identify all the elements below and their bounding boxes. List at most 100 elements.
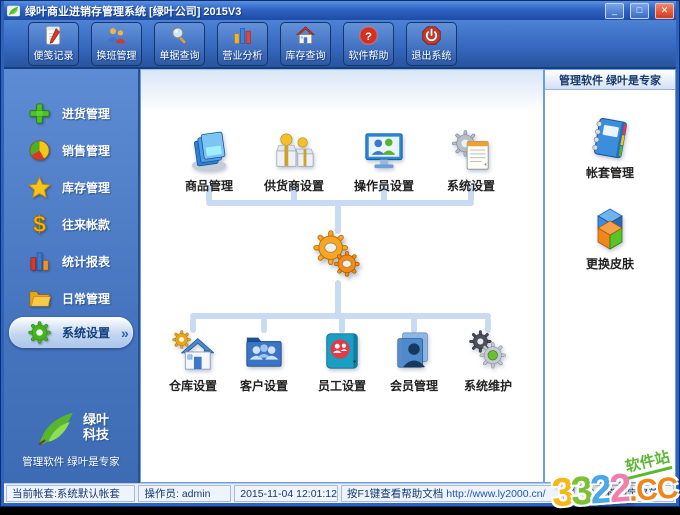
status-help: 按F1键查看帮助文档 http://www.ly2000.cn/ <box>341 485 560 502</box>
close-button[interactable]: ✕ <box>655 2 674 19</box>
toolbar-button-label: 软件帮助 <box>348 51 389 62</box>
status-lock-screen[interactable]: 按F2键锁定屏幕 <box>577 485 674 502</box>
status-help-text: 按F1键查看帮助文档 <box>347 488 444 500</box>
leaf-logo-icon <box>38 412 73 446</box>
node-system-maintenance[interactable]: 系统维护 <box>443 330 533 394</box>
status-operator: 操作员: admin <box>138 485 232 502</box>
title-bar: 绿叶商业进销存管理系统 [绿叶公司] 2015V3 _ □ ✕ <box>4 1 676 20</box>
sidebar-item-accounts[interactable]: $ 往来帐款 <box>4 206 138 243</box>
node-label: 供货商设置 <box>263 179 324 193</box>
sidebar: 进货管理 销售管理 库存管理 $ 往来帐款 统计报表 日常管理 系统设置 » 绿… <box>4 69 140 483</box>
memo-button[interactable]: 便笺记录 <box>28 21 79 66</box>
shift-management-button[interactable]: 换班管理 <box>91 21 142 66</box>
sidebar-item-label: 统计报表 <box>62 255 111 269</box>
business-analysis-button[interactable]: 营业分析 <box>217 21 268 66</box>
status-current-account: 当前帐套:系统默认帐套 <box>6 485 136 502</box>
star-icon <box>28 176 51 199</box>
plus-icon <box>29 103 50 124</box>
svg-text:?: ? <box>365 31 372 43</box>
node-label: 系统维护 <box>463 379 512 393</box>
status-help-link[interactable]: http://www.ly2000.cn/ <box>446 488 545 500</box>
inventory-query-button[interactable]: 库存查询 <box>280 21 331 66</box>
staff-book-icon <box>326 333 358 369</box>
connector-line <box>335 280 341 316</box>
brand-name: 绿叶 科技 <box>82 412 109 442</box>
right-panel-item-label: 帐套管理 <box>585 166 634 180</box>
sidebar-item-purchase[interactable]: 进货管理 <box>4 95 138 132</box>
node-label: 操作员设置 <box>353 179 414 193</box>
help-icon: ? <box>359 26 378 45</box>
node-label: 商品管理 <box>184 179 233 193</box>
sidebar-item-daily[interactable]: 日常管理 <box>4 280 138 317</box>
software-help-button[interactable]: ? 软件帮助 <box>343 21 394 66</box>
warehouse-icon <box>172 330 215 370</box>
chevron-right-icon: » <box>121 324 129 341</box>
search-icon <box>171 26 187 44</box>
leaf-app-icon <box>7 5 20 16</box>
people-swap-icon <box>108 28 125 44</box>
maintenance-gears-icon <box>469 330 506 369</box>
sidebar-item-label: 日常管理 <box>62 292 111 306</box>
exit-system-button[interactable]: 退出系统 <box>406 21 457 66</box>
node-operator-settings[interactable]: 操作员设置 <box>339 130 429 194</box>
gear-icon <box>28 321 51 344</box>
toolbar-button-label: 便笺记录 <box>33 51 74 62</box>
power-icon <box>422 26 441 45</box>
node-label: 系统设置 <box>446 179 495 193</box>
sidebar-item-label: 往来帐款 <box>62 218 111 232</box>
node-customer-settings[interactable]: 客户设置 <box>219 330 309 394</box>
customer-folder-icon <box>246 337 282 367</box>
body: 进货管理 销售管理 库存管理 $ 往来帐款 统计报表 日常管理 系统设置 » 绿… <box>4 69 676 483</box>
account-book-icon <box>592 117 627 159</box>
status-datetime: 2015-11-04 12:01:12 <box>234 485 339 502</box>
toolbar-button-label: 库存查询 <box>285 51 326 62</box>
brand-slogan: 管理软件 绿叶是专家 <box>22 456 120 468</box>
system-settings-icon <box>452 130 489 170</box>
right-panel-header: 管理软件 绿叶是专家 <box>545 70 675 90</box>
main-panel: 商品管理 供货商设置 操作员设置 系统设置 仓库设置 客户设置 员工设置 会员管… <box>140 69 544 483</box>
house-icon <box>296 26 315 44</box>
toolbar-button-label: 营业分析 <box>222 51 263 62</box>
toolbar: 便笺记录 换班管理 单据查询 营业分析 库存查询 ? 软件帮助 退出系统 <box>4 20 676 69</box>
memo-icon <box>46 26 61 45</box>
right-panel: 管理软件 绿叶是专家 帐套管理 更换皮肤 <box>544 69 676 483</box>
node-supplier-settings[interactable]: 供货商设置 <box>249 130 339 194</box>
skin-blocks-icon <box>597 208 623 250</box>
folder-icon <box>29 291 51 307</box>
minimize-button[interactable]: _ <box>605 2 624 19</box>
window-title: 绿叶商业进销存管理系统 [绿叶公司] 2015V3 <box>25 5 242 18</box>
sidebar-item-label: 库存管理 <box>62 181 111 195</box>
change-skin[interactable]: 更换皮肤 <box>545 207 675 272</box>
system-hub <box>313 230 363 285</box>
toolbar-button-label: 退出系统 <box>411 51 452 62</box>
status-slogan: 专注完美 近乎苛求 <box>562 485 575 502</box>
document-query-button[interactable]: 单据查询 <box>154 21 205 66</box>
toolbar-button-label: 换班管理 <box>96 51 137 62</box>
bars-icon <box>30 252 49 271</box>
sidebar-item-label: 系统设置 <box>62 326 111 340</box>
goods-books-icon <box>191 131 227 172</box>
toolbar-button-label: 单据查询 <box>159 51 200 62</box>
bar-chart-icon <box>234 28 251 44</box>
sidebar-item-sales[interactable]: 销售管理 <box>4 132 138 169</box>
node-system-settings[interactable]: 系统设置 <box>426 130 516 194</box>
sidebar-item-stock[interactable]: 库存管理 <box>4 169 138 206</box>
sidebar-brand: 绿叶 科技 管理软件 绿叶是专家 <box>4 408 138 469</box>
account-set-management[interactable]: 帐套管理 <box>545 116 675 181</box>
sidebar-item-label: 销售管理 <box>62 144 111 158</box>
sidebar-item-reports[interactable]: 统计报表 <box>4 243 138 280</box>
restore-button[interactable]: □ <box>630 2 649 19</box>
supplier-icon <box>276 133 314 167</box>
member-cards-icon <box>397 332 428 368</box>
app-window: 绿叶商业进销存管理系统 [绿叶公司] 2015V3 _ □ ✕ 便笺记录 换班管… <box>0 0 680 515</box>
sidebar-item-label: 进货管理 <box>62 107 111 121</box>
gears-icon <box>313 230 360 277</box>
operator-monitor-icon <box>365 133 403 169</box>
pie-icon <box>29 140 50 161</box>
node-label: 客户设置 <box>239 379 288 393</box>
node-goods-management[interactable]: 商品管理 <box>164 130 254 194</box>
svg-text:$: $ <box>33 213 46 236</box>
status-bar: 当前帐套:系统默认帐套 操作员: admin 2015-11-04 12:01:… <box>4 483 676 503</box>
sidebar-item-system-settings[interactable]: 系统设置 » <box>9 317 133 348</box>
sidebar-nav: 进货管理 销售管理 库存管理 $ 往来帐款 统计报表 日常管理 系统设置 » <box>4 69 138 348</box>
